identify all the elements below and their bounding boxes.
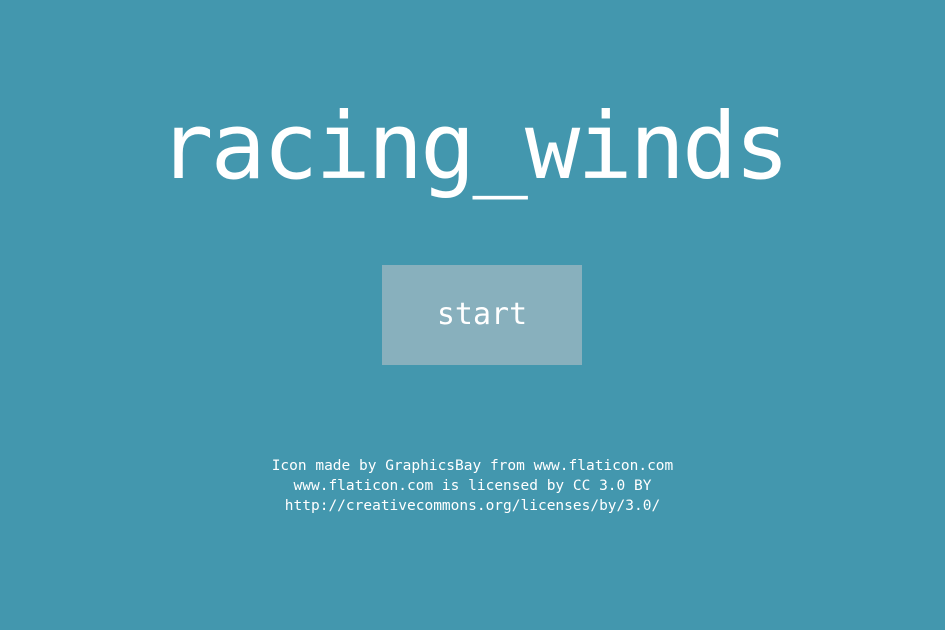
title-screen: racing_winds start Icon made by Graphics… (0, 0, 945, 630)
credits-block: Icon made by GraphicsBay from www.flatic… (0, 456, 945, 516)
credits-line-license: www.flaticon.com is licensed by CC 3.0 B… (293, 478, 652, 494)
credits-line-icon-attribution: Icon made by GraphicsBay from www.flatic… (271, 458, 674, 474)
credits-line-license-url: http://creativecommons.org/licenses/by/3… (284, 498, 661, 514)
start-button[interactable]: start (382, 265, 582, 365)
game-title: racing_winds (158, 93, 790, 200)
